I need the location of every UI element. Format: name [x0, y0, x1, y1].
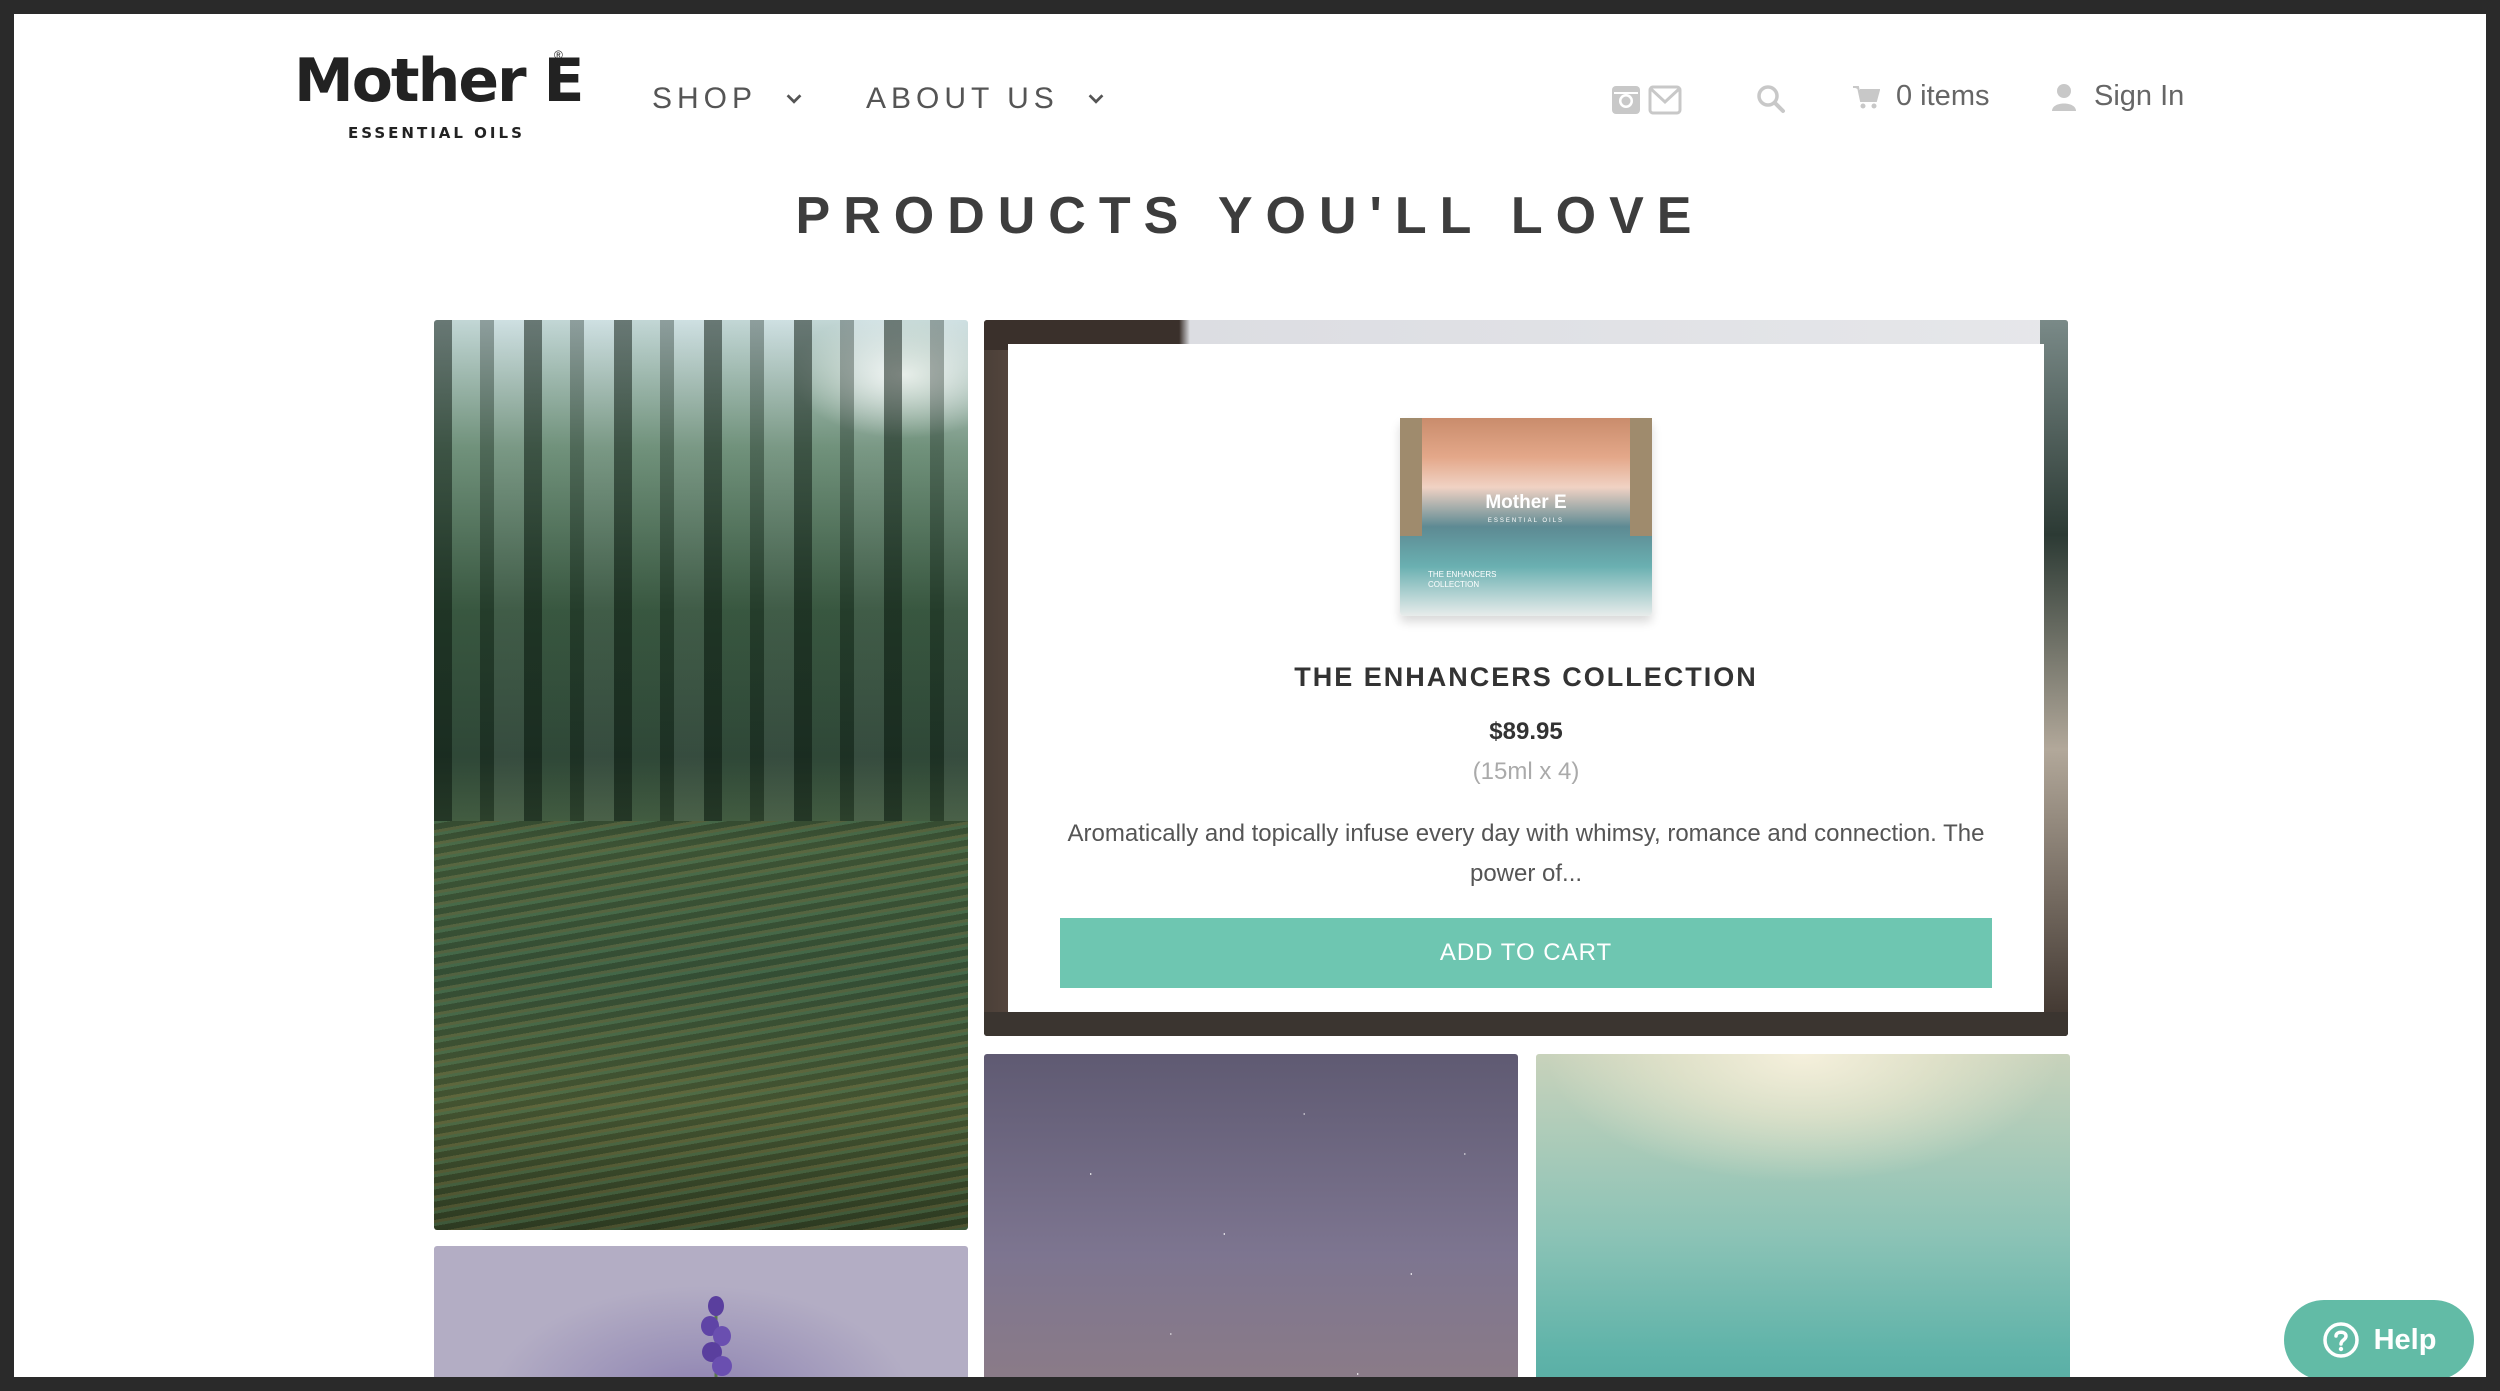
featured-product-tile: Mother E ESSENTIAL OILS THE ENHANCERS CO… — [984, 320, 2068, 1036]
product-description: Aromatically and topically infuse every … — [1067, 820, 1985, 887]
chevron-down-icon — [1088, 94, 1104, 104]
sign-in-link[interactable]: Sign In — [2052, 80, 2184, 113]
product-image-brand: Mother E — [1485, 492, 1567, 513]
cart-count-label: 0 items — [1896, 80, 1990, 112]
search-icon[interactable] — [1756, 84, 1786, 114]
mail-icon[interactable] — [1648, 84, 1682, 116]
cart-icon — [1853, 85, 1880, 108]
section-title: PRODUCTS YOU'LL LOVE — [795, 187, 1705, 245]
forest-image-tile[interactable] — [434, 320, 968, 1230]
nav-about-label: ABOUT US — [866, 82, 1059, 115]
cart-link[interactable]: 0 items — [1852, 80, 1989, 113]
nav-shop-label: SHOP — [652, 82, 758, 115]
logo-registered-mark: ® — [554, 48, 563, 62]
nav-shop[interactable]: SHOP — [652, 82, 805, 116]
product-size: (15ml x 4) — [1472, 758, 1580, 785]
product-image-label: THE ENHANCERS COLLECTION — [1428, 570, 1497, 589]
help-circle-icon — [2322, 1322, 2359, 1358]
help-button[interactable]: Help — [2284, 1300, 2474, 1377]
help-label: Help — [2373, 1323, 2437, 1356]
product-card: Mother E ESSENTIAL OILS THE ENHANCERS CO… — [1008, 344, 2044, 1012]
featured-background-bottom — [984, 1012, 2068, 1036]
featured-background-right — [2040, 320, 2068, 1036]
nav-about-us[interactable]: ABOUT US — [866, 82, 1107, 116]
logo-tagline: ESSENTIAL OILS — [348, 124, 525, 142]
product-price: $89.95 — [1489, 718, 1563, 745]
user-icon — [2052, 83, 2076, 111]
instagram-icon[interactable] — [1610, 84, 1642, 116]
product-name[interactable]: THE ENHANCERS COLLECTION — [1008, 662, 2044, 693]
sign-in-label: Sign In — [2094, 80, 2185, 112]
add-to-cart-button[interactable]: ADD TO CART — [1060, 918, 1992, 988]
lavender-sprig-graphic — [701, 1296, 732, 1377]
product-image[interactable]: Mother E ESSENTIAL OILS THE ENHANCERS CO… — [1400, 418, 1652, 616]
chevron-down-icon — [786, 94, 802, 104]
night-sky-image-tile[interactable] — [984, 1054, 1518, 1377]
lavender-image-tile[interactable] — [434, 1246, 968, 1377]
page: Mother E ® ESSENTIAL OILS SHOP ABOUT US … — [14, 14, 2486, 1377]
underwater-image-tile[interactable] — [1536, 1054, 2070, 1377]
product-image-brand-sub: ESSENTIAL OILS — [1487, 518, 1565, 524]
logo-wordmark: Mother E — [294, 46, 584, 116]
